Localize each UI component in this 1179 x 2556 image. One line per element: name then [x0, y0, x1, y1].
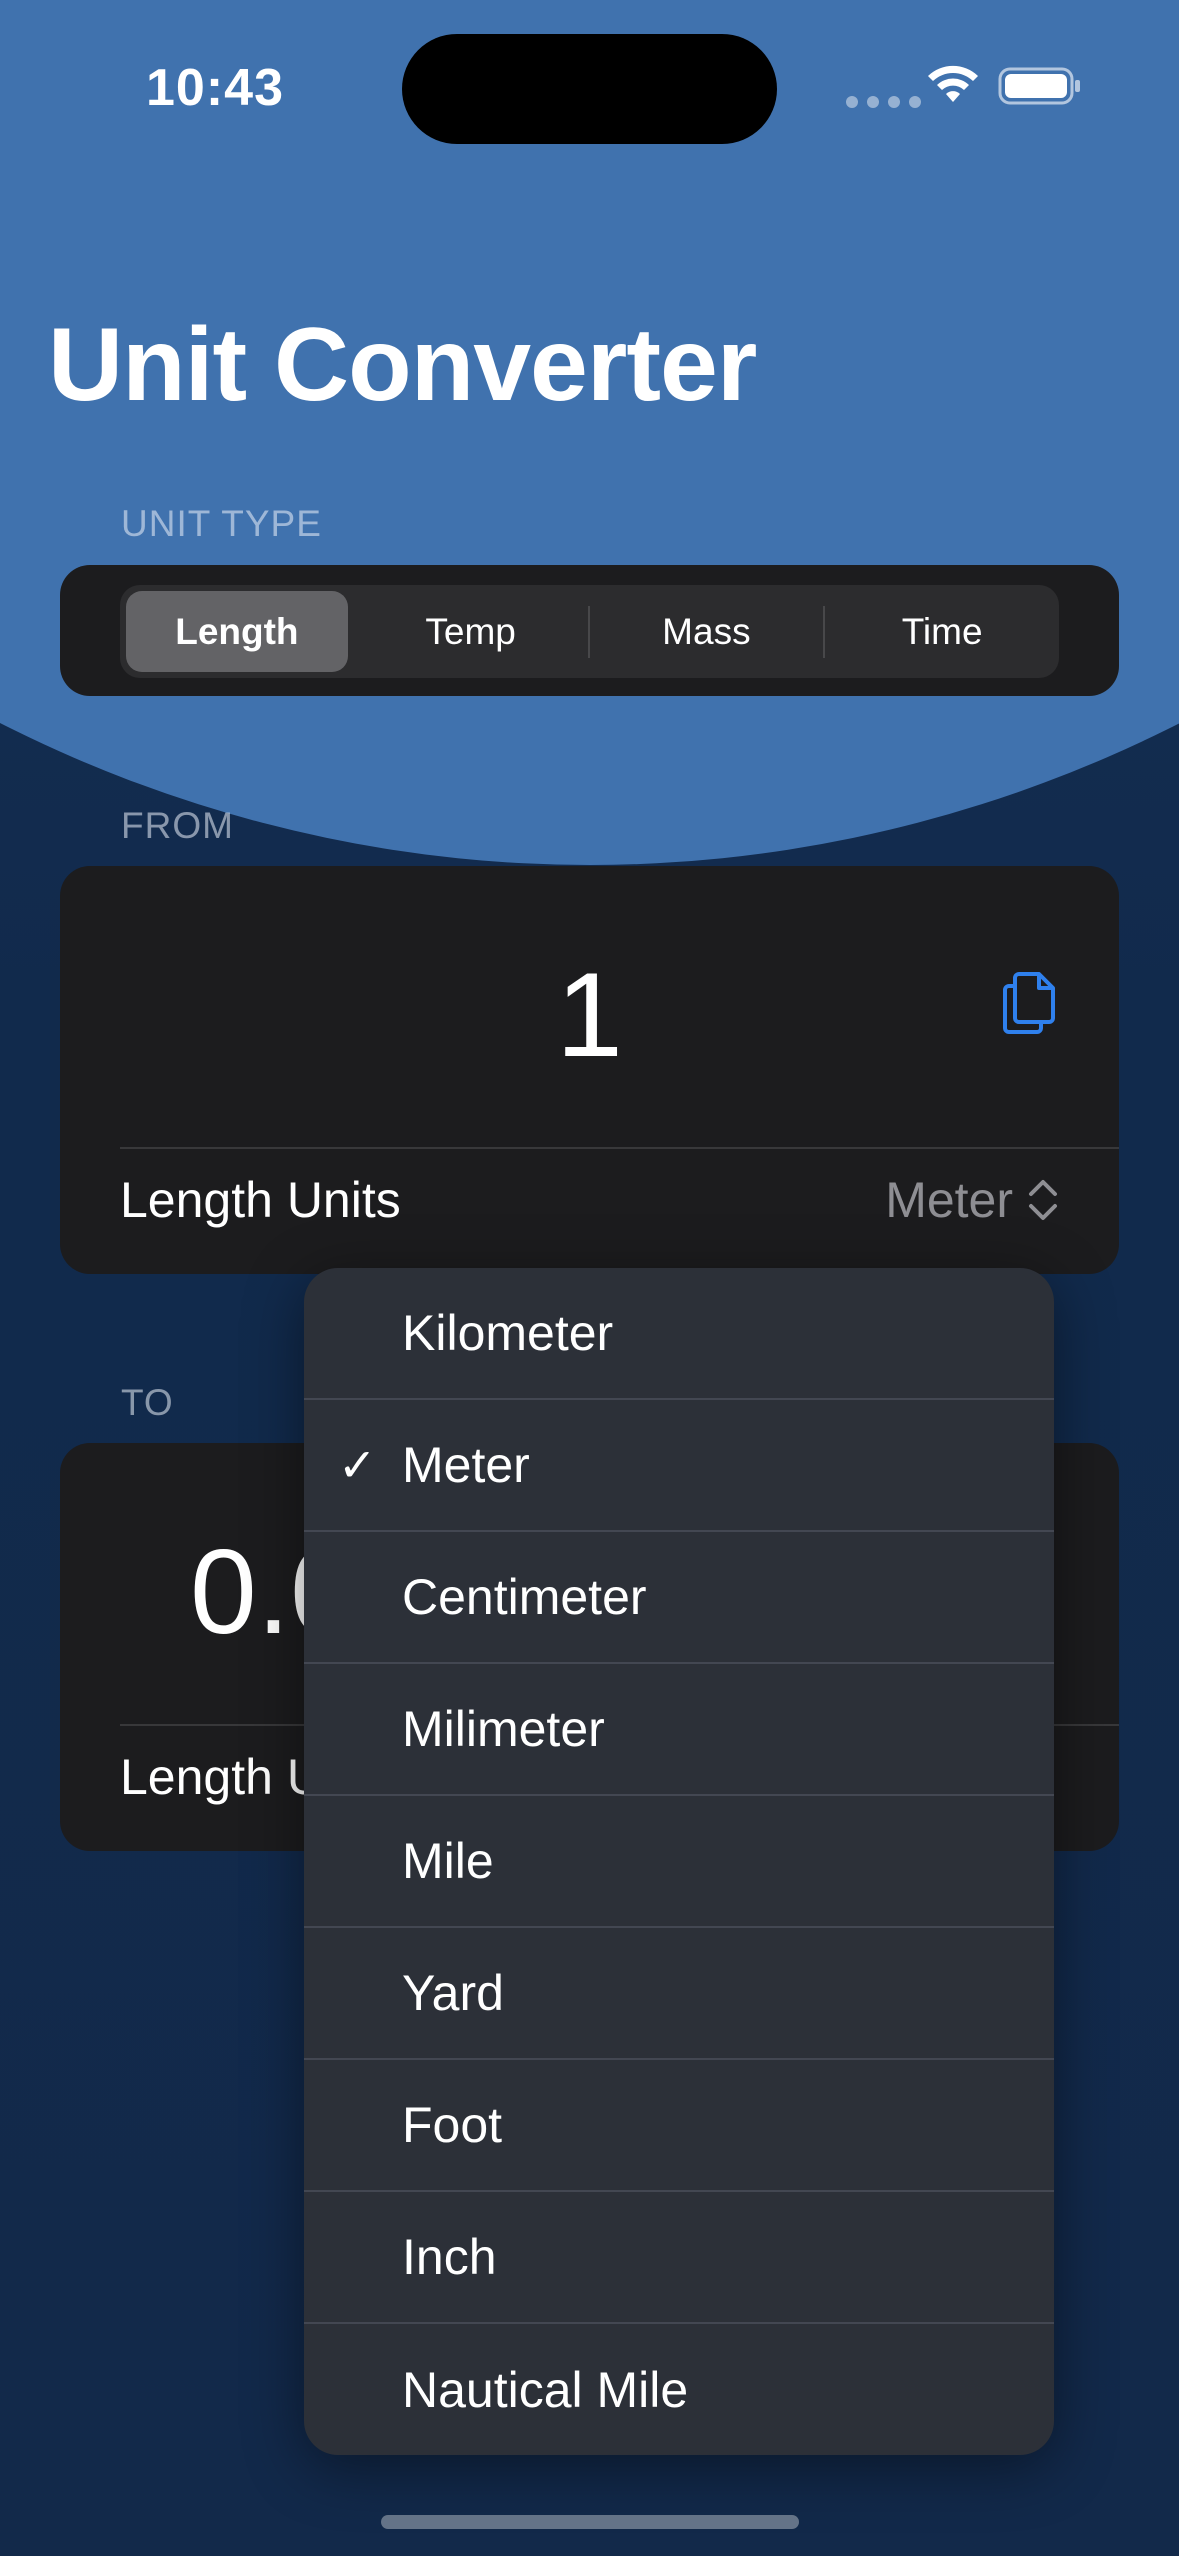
status-bar-time: 10:43 — [146, 59, 284, 117]
menu-item-label: Foot — [402, 2097, 503, 2153]
cellular-signal-icon — [846, 96, 921, 108]
battery-icon — [998, 67, 1080, 105]
to-label: TO — [121, 1382, 174, 1423]
segment-temp[interactable]: Temp — [360, 591, 582, 672]
to-units-label: Length U — [120, 1749, 323, 1805]
from-value-input[interactable]: 1 — [60, 946, 1119, 1084]
page-title: Unit Converter — [48, 307, 757, 423]
segment-length[interactable]: Length — [126, 591, 348, 672]
menu-item-meter[interactable]: ✓ Meter — [304, 1400, 1054, 1532]
menu-item-label: Meter — [402, 1437, 530, 1493]
segment-divider — [587, 605, 590, 658]
from-selected-unit: Meter — [885, 1172, 1013, 1228]
unit-dropdown-menu: Kilometer ✓ Meter Centimeter Milimeter M… — [304, 1268, 1054, 2455]
from-unit-picker[interactable]: Meter — [885, 1171, 1059, 1229]
checkmark-icon: ✓ — [338, 1439, 377, 1491]
from-units-label: Length Units — [120, 1172, 401, 1228]
home-indicator[interactable] — [381, 2515, 799, 2529]
unit-type-card: Length Temp Mass Time — [60, 565, 1119, 696]
chevron-up-down-icon — [1029, 1180, 1057, 1220]
menu-item-label: Yard — [402, 1965, 504, 2021]
copy-icon[interactable] — [999, 970, 1059, 1036]
from-label: FROM — [121, 805, 234, 846]
card-divider — [120, 1147, 1119, 1149]
menu-item-label: Mile — [402, 1833, 494, 1889]
segment-mass[interactable]: Mass — [596, 591, 818, 672]
menu-item-label: Inch — [402, 2229, 497, 2285]
menu-item-yard[interactable]: Yard — [304, 1928, 1054, 2060]
menu-item-label: Milimeter — [402, 1701, 605, 1757]
menu-item-foot[interactable]: Foot — [304, 2060, 1054, 2192]
menu-item-label: Kilometer — [402, 1305, 614, 1361]
app-screen: 10:43 Unit Converter UNIT TYPE Length Te… — [0, 0, 1179, 2556]
menu-item-label: Nautical Mile — [402, 2362, 689, 2418]
menu-item-centimeter[interactable]: Centimeter — [304, 1532, 1054, 1664]
unit-type-label: UNIT TYPE — [121, 503, 322, 544]
menu-item-kilometer[interactable]: Kilometer — [304, 1268, 1054, 1400]
from-card: 1 Length Units Meter — [60, 866, 1119, 1274]
unit-type-segmented-control: Length Temp Mass Time — [120, 585, 1059, 678]
dynamic-island — [402, 34, 777, 144]
menu-item-nautical-mile[interactable]: Nautical Mile — [304, 2324, 1054, 2455]
menu-item-mile[interactable]: Mile — [304, 1796, 1054, 1928]
menu-item-label: Centimeter — [402, 1569, 647, 1625]
segment-divider — [823, 605, 826, 658]
segment-time[interactable]: Time — [831, 591, 1053, 672]
menu-item-milimeter[interactable]: Milimeter — [304, 1664, 1054, 1796]
wifi-icon — [928, 65, 978, 102]
menu-item-inch[interactable]: Inch — [304, 2192, 1054, 2324]
